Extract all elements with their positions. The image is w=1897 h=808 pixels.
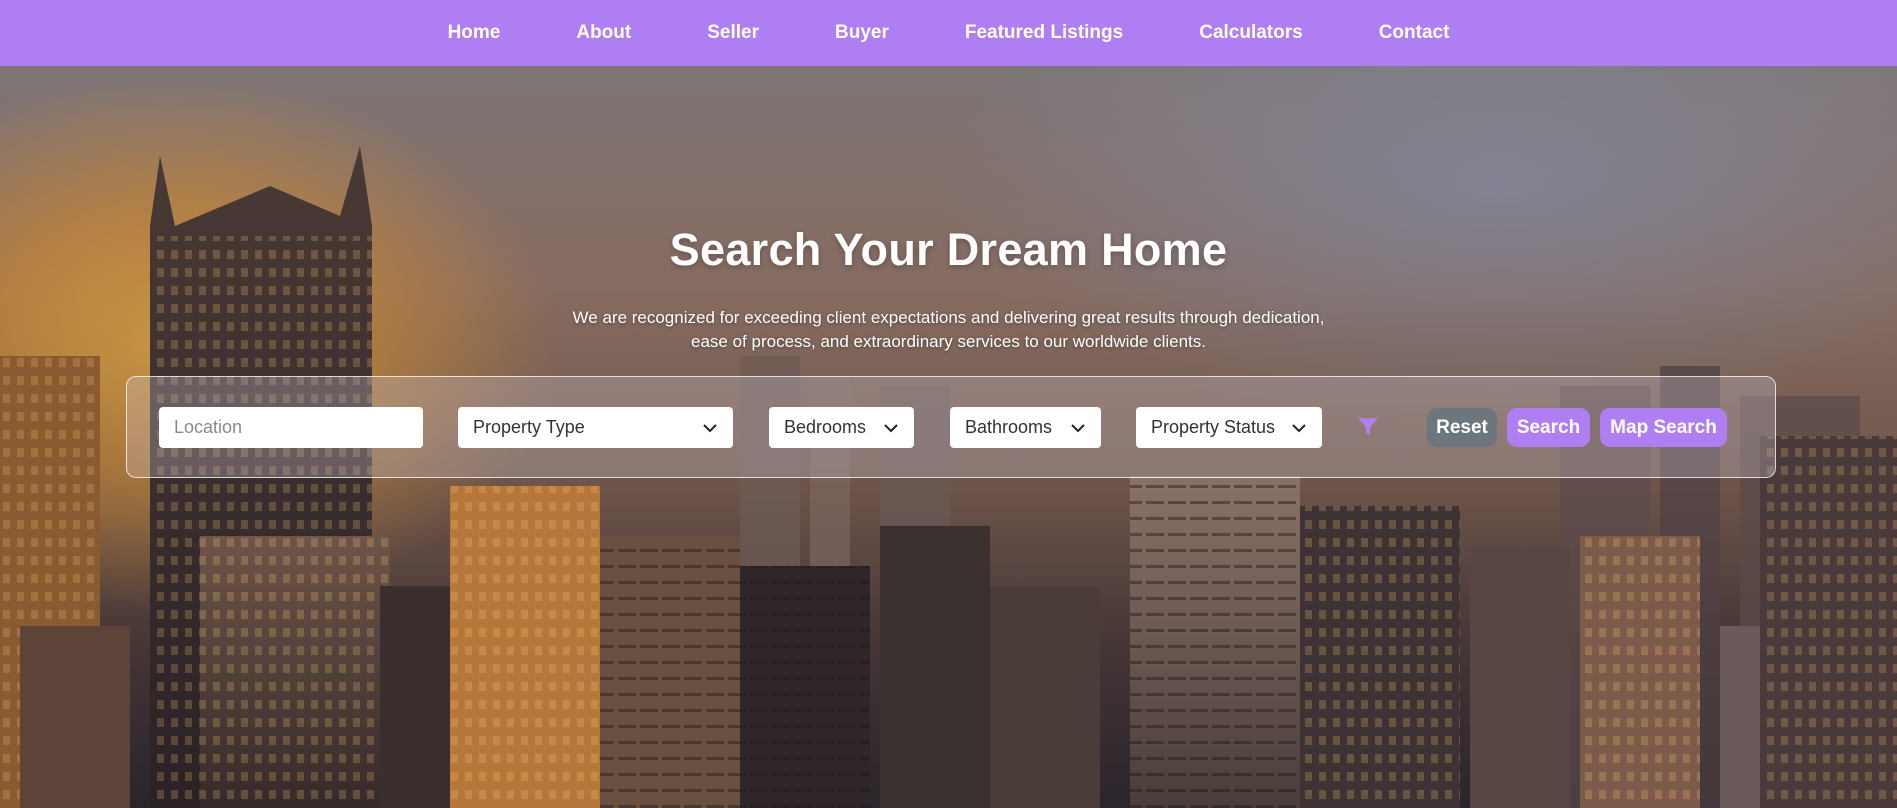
- nav-item-contact[interactable]: Contact: [1379, 22, 1450, 44]
- chevron-down-icon: [1292, 423, 1306, 432]
- property-type-select[interactable]: Property Type: [458, 407, 733, 448]
- chevron-down-icon: [703, 423, 717, 432]
- property-search-panel: Property Type Bedrooms Bathrooms Propert…: [126, 376, 1776, 478]
- nav-item-about[interactable]: About: [576, 22, 631, 44]
- top-navbar: Home About Seller Buyer Featured Listing…: [0, 0, 1897, 66]
- hero-title: Search Your Dream Home: [669, 224, 1228, 275]
- search-button[interactable]: Search: [1507, 408, 1590, 447]
- bedrooms-label: Bedrooms: [784, 417, 867, 437]
- bathrooms-select[interactable]: Bathrooms: [950, 407, 1101, 448]
- hero-subtitle: We are recognized for exceeding client e…: [560, 306, 1337, 354]
- hero-section: Search Your Dream Home We are recognized…: [0, 66, 1897, 808]
- hero-subtitle-line-2: ease of process, and extraordinary servi…: [691, 332, 1206, 351]
- nav-item-seller[interactable]: Seller: [707, 22, 759, 44]
- hero-subtitle-line-1: We are recognized for exceeding client e…: [572, 308, 1325, 327]
- bedrooms-select[interactable]: Bedrooms: [769, 407, 914, 448]
- location-input[interactable]: [174, 417, 408, 438]
- nav-item-featured-listings[interactable]: Featured Listings: [965, 22, 1123, 44]
- map-search-button[interactable]: Map Search: [1600, 408, 1727, 447]
- property-type-label: Property Type: [473, 417, 585, 437]
- reset-button[interactable]: Reset: [1427, 408, 1497, 447]
- nav-item-buyer[interactable]: Buyer: [835, 22, 889, 44]
- property-status-label: Property Status: [1151, 417, 1276, 437]
- chevron-down-icon: [1071, 423, 1085, 432]
- filter-icon[interactable]: [1357, 417, 1379, 437]
- location-field[interactable]: [159, 407, 423, 448]
- nav-item-home[interactable]: Home: [448, 22, 501, 44]
- chevron-down-icon: [884, 423, 898, 432]
- property-status-select[interactable]: Property Status: [1136, 407, 1322, 448]
- bathrooms-label: Bathrooms: [965, 417, 1053, 437]
- nav-item-calculators[interactable]: Calculators: [1199, 22, 1302, 44]
